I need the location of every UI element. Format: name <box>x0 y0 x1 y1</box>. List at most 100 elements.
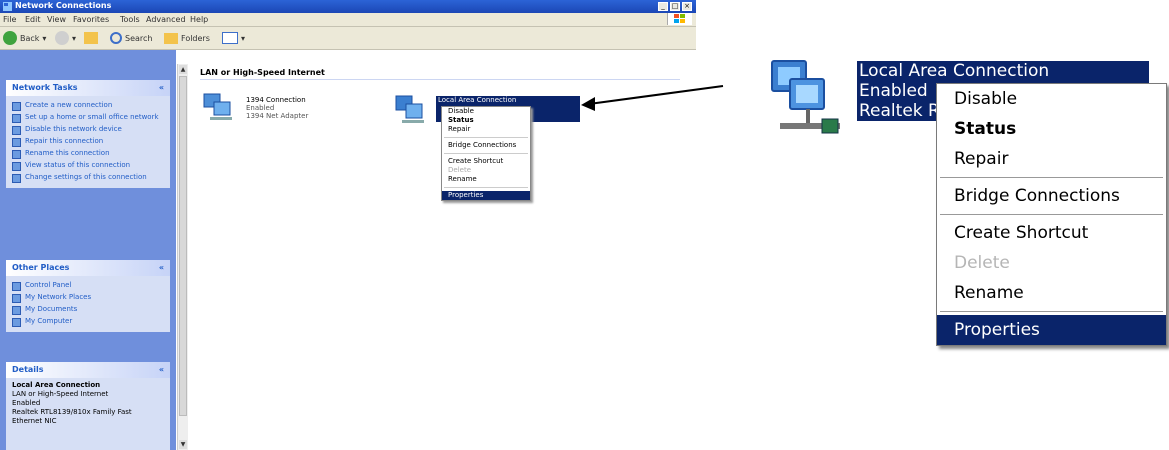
menu-item-bridge-connections[interactable]: Bridge Connections <box>442 141 530 150</box>
other-places-panel: Other Places « Control Panel My Network … <box>6 260 170 332</box>
collapse-icon[interactable]: « <box>159 260 164 276</box>
zoom-menu-item-delete: Delete <box>954 253 1010 273</box>
menu-item-rename[interactable]: Rename <box>442 175 530 184</box>
vertical-scrollbar[interactable]: ▲ ▼ <box>177 64 188 450</box>
menu-view[interactable]: View <box>47 15 66 24</box>
title-bar: Network Connections _ □ × <box>0 0 696 13</box>
group-header: LAN or High-Speed Internet <box>200 68 325 77</box>
menu-separator <box>940 311 1163 312</box>
views-button[interactable]: ▾ <box>222 30 245 46</box>
menu-separator <box>940 214 1163 215</box>
status-icon <box>12 162 21 171</box>
context-menu-small: Disable Status Repair Bridge Connections Cre… <box>441 106 531 201</box>
zoom-menu-item-status[interactable]: Status <box>937 114 1166 144</box>
scroll-up-icon[interactable]: ▲ <box>179 65 187 74</box>
menu-help[interactable]: Help <box>190 15 208 24</box>
task-view-status[interactable]: View status of this connection <box>12 161 164 171</box>
folders-button[interactable]: Folders <box>164 30 210 46</box>
details-type: LAN or High-Speed Internet <box>12 390 109 398</box>
back-arrow-icon <box>3 31 17 45</box>
local-area-connection-icon[interactable] <box>394 94 428 128</box>
menu-item-status[interactable]: Status <box>442 116 530 125</box>
menu-tools[interactable]: Tools <box>120 15 140 24</box>
task-pane: Network Tasks « Create a new connection … <box>0 50 176 450</box>
connection-item-1394[interactable]: 1394 Connection Enabled 1394 Net Adapter <box>202 90 362 130</box>
up-button[interactable] <box>84 30 98 46</box>
zoom-menu-item-rename[interactable]: Rename <box>937 278 1166 308</box>
views-icon <box>222 32 238 44</box>
zoom-menu-item-properties[interactable]: Properties <box>937 315 1166 345</box>
place-my-computer[interactable]: My Computer <box>12 317 164 327</box>
minimize-button[interactable]: _ <box>658 2 668 11</box>
up-folder-icon <box>84 32 98 44</box>
scroll-down-icon[interactable]: ▼ <box>179 440 187 449</box>
search-button[interactable]: Search <box>110 30 152 46</box>
zoom-menu-item-bridge-connections[interactable]: Bridge Connections <box>937 181 1166 211</box>
menu-favorites[interactable]: Favorites <box>73 15 109 24</box>
details-device: Realtek RTL8139/810x Family Fast Etherne… <box>12 408 132 425</box>
menu-advanced[interactable]: Advanced <box>146 15 186 24</box>
menu-edit[interactable]: Edit <box>25 15 41 24</box>
settings-icon <box>12 174 21 183</box>
task-change-settings[interactable]: Change settings of this connection <box>12 173 164 183</box>
task-repair-connection[interactable]: Repair this connection <box>12 137 164 147</box>
rename-icon <box>12 150 21 159</box>
menu-file[interactable]: File <box>3 15 16 24</box>
scroll-thumb[interactable] <box>179 76 187 416</box>
network-tasks-panel: Network Tasks « Create a new connection … <box>6 80 170 188</box>
network-connections-window: Network Connections _ □ × File Edit View… <box>0 0 696 450</box>
documents-icon <box>12 306 21 315</box>
new-connection-icon <box>12 102 21 111</box>
window-title: Network Connections <box>15 1 112 10</box>
menu-item-disable[interactable]: Disable <box>442 107 530 116</box>
home-network-icon <box>12 114 21 123</box>
folders-icon <box>164 32 178 44</box>
task-disable-device[interactable]: Disable this network device <box>12 125 164 135</box>
task-create-connection[interactable]: Create a new connection <box>12 101 164 111</box>
forward-arrow-icon <box>55 31 69 45</box>
forward-button[interactable]: ▾ <box>55 30 76 46</box>
zoom-menu-item-create-shortcut[interactable]: Create Shortcut <box>937 218 1166 248</box>
place-control-panel[interactable]: Control Panel <box>12 281 164 291</box>
network-places-icon <box>12 294 21 303</box>
network-connection-icon <box>771 60 840 134</box>
details-header[interactable]: Details « <box>6 362 170 378</box>
connection-1-name: 1394 Connection <box>246 96 306 104</box>
back-button[interactable]: Back ▾ <box>3 30 46 46</box>
menu-item-create-shortcut[interactable]: Create Shortcut <box>442 157 530 166</box>
windows-logo-icon <box>667 13 692 25</box>
details-status: Enabled <box>12 399 41 407</box>
network-connection-icon <box>203 93 232 120</box>
place-my-documents[interactable]: My Documents <box>12 305 164 315</box>
repair-icon <box>12 138 21 147</box>
menu-item-properties[interactable]: Properties <box>442 191 530 200</box>
toolbar: Back ▾ ▾ Search Folders ▾ <box>0 27 696 50</box>
details-panel: Details « Local Area Connection LAN or H… <box>6 362 170 450</box>
other-places-header[interactable]: Other Places « <box>6 260 170 276</box>
search-icon <box>110 32 122 44</box>
maximize-button[interactable]: □ <box>670 2 680 11</box>
menu-separator <box>444 153 528 154</box>
place-my-network-places[interactable]: My Network Places <box>12 293 164 303</box>
menu-separator <box>940 177 1163 178</box>
callout-arrow <box>581 85 724 111</box>
zoom-menu-item-repair[interactable]: Repair <box>937 144 1166 174</box>
menu-item-repair[interactable]: Repair <box>442 125 530 134</box>
network-connections-icon <box>3 2 12 11</box>
zoom-menu-item-disable[interactable]: Disable <box>937 84 1166 114</box>
collapse-icon[interactable]: « <box>159 80 164 96</box>
task-rename-connection[interactable]: Rename this connection <box>12 149 164 159</box>
network-tasks-header[interactable]: Network Tasks « <box>6 80 170 96</box>
connection-1-device: 1394 Net Adapter <box>246 112 309 120</box>
close-button[interactable]: × <box>682 2 692 11</box>
zoom-label-name: Local Area Connection <box>859 61 1050 81</box>
connection-1-status: Enabled <box>246 104 275 112</box>
collapse-icon[interactable]: « <box>159 362 164 378</box>
control-panel-icon <box>12 282 21 291</box>
task-setup-home-network[interactable]: Set up a home or small office network <box>12 113 164 123</box>
menu-separator <box>444 187 528 188</box>
context-menu-zoomed: Disable Status Repair Bridge Connections Cre… <box>936 83 1167 346</box>
menu-item-delete: Delete <box>448 166 471 174</box>
computer-icon <box>12 318 21 327</box>
menu-bar: File Edit View Favorites Tools Advanced … <box>0 13 696 27</box>
